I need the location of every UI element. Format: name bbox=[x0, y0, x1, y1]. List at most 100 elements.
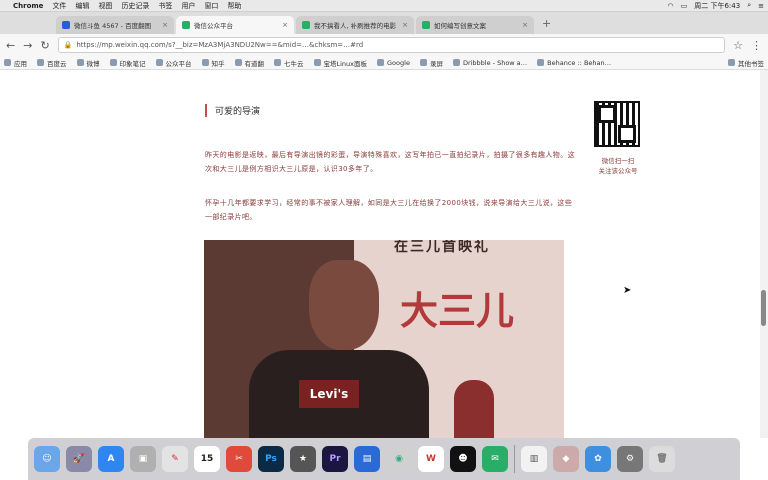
menu-bar: Chrome 文件 编辑 视图 历史记录 书签 用户 窗口 帮助 ◠ ▭ 周二 … bbox=[0, 0, 768, 12]
tab-label: 如何编写创意文案 bbox=[434, 22, 486, 30]
menu-edit[interactable]: 编辑 bbox=[75, 1, 89, 11]
behance-icon bbox=[537, 59, 545, 66]
bookmark-zhihu[interactable]: 知乎 bbox=[201, 58, 225, 68]
bookmark-label: 有道翻 bbox=[244, 59, 265, 68]
wechat-favicon-icon bbox=[422, 21, 430, 29]
photo-banner-text: 在三儿首映礼 bbox=[394, 240, 490, 255]
bookmark-label: 公众平台 bbox=[165, 59, 192, 68]
bookmark-icon bbox=[201, 59, 209, 66]
bookmark-label: 七牛云 bbox=[284, 59, 304, 68]
photo-title-text: 大三儿 bbox=[400, 289, 515, 333]
bookmark-label: 宝塔Linux面板 bbox=[323, 59, 368, 68]
article-paragraph: 怀孕十几年都要求学习，经常的事不被家人理解，如同是大三儿在给换了2000块钱，说… bbox=[205, 199, 573, 221]
bookmarks-bar: 应用 百度云 微博 印象笔记 公众平台 知乎 有道翻 七牛云 宝塔Linux面板… bbox=[0, 56, 768, 70]
star-icon[interactable]: ☆ bbox=[733, 39, 743, 52]
tab-weixin[interactable]: 微信公众平台 × bbox=[176, 16, 294, 34]
menu-history[interactable]: 历史记录 bbox=[121, 1, 149, 11]
qr-caption: 微信扫一扫 关注该公众号 bbox=[598, 157, 638, 175]
safari-icon[interactable]: ✎ bbox=[162, 446, 188, 472]
sketch-icon[interactable]: ◆ bbox=[553, 446, 579, 472]
close-tab-icon[interactable]: × bbox=[402, 21, 408, 29]
back-icon[interactable]: ← bbox=[6, 39, 15, 52]
preview-icon[interactable]: ▣ bbox=[130, 446, 156, 472]
close-tab-icon[interactable]: × bbox=[522, 21, 528, 29]
bookmark-icon bbox=[274, 59, 281, 66]
tab-bar: 微信斗鱼 4567 - 百度翻图 × 微信公众平台 × 我不搞看人, 补刷推荐的… bbox=[0, 12, 768, 34]
close-tab-icon[interactable]: × bbox=[162, 21, 168, 29]
menu-clock[interactable]: 周二 下午6:43 bbox=[694, 1, 740, 11]
bookmark-label: 录屏 bbox=[429, 59, 443, 68]
bookmark-mp[interactable]: 公众平台 bbox=[155, 58, 192, 68]
bookmark-record[interactable]: 录屏 bbox=[419, 58, 443, 68]
google-icon bbox=[377, 59, 385, 66]
launchpad-icon[interactable]: 🚀 bbox=[66, 446, 92, 472]
bookmark-label: Dribbble - Show a… bbox=[462, 58, 528, 67]
menu-file[interactable]: 文件 bbox=[52, 1, 66, 11]
more-menu-icon[interactable]: ⋮ bbox=[751, 39, 762, 52]
forward-icon[interactable]: → bbox=[23, 39, 32, 52]
trash-icon[interactable]: 🗑 bbox=[649, 446, 675, 472]
tab-copywriting[interactable]: 如何编写创意文案 × bbox=[416, 16, 534, 34]
menu-window[interactable]: 窗口 bbox=[204, 1, 218, 11]
bookmark-label: 应用 bbox=[14, 59, 27, 68]
page-scrollbar[interactable] bbox=[760, 70, 768, 438]
wifi-icon[interactable]: ◠ bbox=[668, 2, 674, 10]
bookmark-weibo[interactable]: 微博 bbox=[76, 58, 100, 68]
bookmark-other[interactable]: 其他书签 bbox=[728, 58, 764, 68]
menu-people[interactable]: 用户 bbox=[181, 1, 195, 11]
bookmark-evernote[interactable]: 印象笔记 bbox=[109, 58, 146, 68]
chrome-icon[interactable]: ◉ bbox=[386, 446, 412, 472]
menu-app-name[interactable]: Chrome bbox=[13, 2, 43, 10]
new-tab-button[interactable]: + bbox=[536, 17, 557, 30]
tab-label: 我不搞看人, 补刷推荐的电影 bbox=[314, 22, 397, 30]
menu-view[interactable]: 视图 bbox=[98, 1, 112, 11]
photo-person-head bbox=[309, 260, 379, 350]
folder-icon bbox=[728, 59, 735, 66]
finder-icon[interactable]: ☺ bbox=[34, 446, 60, 472]
bookmark-label: 百度云 bbox=[47, 59, 67, 68]
bookmark-youdao[interactable]: 有道翻 bbox=[234, 58, 265, 68]
lock-icon: 🔒 bbox=[63, 41, 73, 49]
bookmark-google[interactable]: Google bbox=[377, 59, 410, 67]
bookmark-behance[interactable]: Behance :: Behan… bbox=[537, 59, 611, 67]
qq-icon[interactable]: ☻ bbox=[450, 446, 476, 472]
share-icon[interactable]: ✿ bbox=[585, 446, 611, 472]
address-url[interactable]: https://mp.weixin.qq.com/s?__biz=MzA3MjA… bbox=[76, 41, 363, 49]
menu-bookmarks[interactable]: 书签 bbox=[158, 1, 172, 11]
tab-label: 微信公众平台 bbox=[194, 22, 233, 30]
scrollbar-thumb[interactable] bbox=[761, 290, 766, 326]
keynote-icon[interactable]: ▤ bbox=[354, 446, 380, 472]
photoshop-icon[interactable]: Ps bbox=[258, 446, 284, 472]
bookmark-apps[interactable]: 应用 bbox=[4, 58, 27, 68]
menu-help[interactable]: 帮助 bbox=[227, 1, 241, 11]
qr-code bbox=[594, 101, 640, 147]
premiere-icon[interactable]: Pr bbox=[322, 446, 348, 472]
bookmark-icon bbox=[234, 59, 242, 66]
calendar-icon[interactable]: 15 bbox=[194, 446, 220, 472]
bookmark-baiduyun[interactable]: 百度云 bbox=[37, 58, 67, 68]
app-store-icon[interactable]: A bbox=[98, 446, 124, 472]
apps-icon bbox=[4, 59, 11, 66]
imovie-icon[interactable]: ★ bbox=[290, 446, 316, 472]
pages-icon[interactable]: ▥ bbox=[521, 446, 547, 472]
close-tab-icon[interactable]: × bbox=[282, 21, 288, 29]
bookmark-qiniu[interactable]: 七牛云 bbox=[274, 58, 304, 68]
reload-icon[interactable]: ↻ bbox=[40, 39, 49, 52]
tab-label: 微信斗鱼 4567 - 百度翻图 bbox=[74, 22, 152, 30]
wechat-favicon-icon bbox=[302, 21, 310, 29]
tab-baidu[interactable]: 微信斗鱼 4567 - 百度翻图 × bbox=[56, 16, 174, 34]
wechat-icon[interactable]: ✉ bbox=[482, 446, 508, 472]
photo-shirt-logo: Levi's bbox=[299, 380, 359, 408]
bookmark-bt[interactable]: 宝塔Linux面板 bbox=[313, 58, 368, 68]
mouse-cursor-icon: ➤ bbox=[623, 285, 632, 296]
wechat-favicon-icon bbox=[182, 21, 190, 29]
wps-icon[interactable]: W bbox=[418, 446, 444, 472]
clipper-icon[interactable]: ✂ bbox=[226, 446, 252, 472]
address-bar[interactable]: 🔒 https://mp.weixin.qq.com/s?__biz=MzA3M… bbox=[57, 37, 726, 53]
bookmark-dribbble[interactable]: Dribbble - Show a… bbox=[452, 58, 528, 67]
tab-movie[interactable]: 我不搞看人, 补刷推荐的电影 × bbox=[296, 16, 414, 34]
battery-icon[interactable]: ▭ bbox=[681, 2, 688, 10]
menu-list-icon[interactable]: ≡ bbox=[758, 2, 764, 10]
settings-icon[interactable]: ⚙ bbox=[617, 446, 643, 472]
search-icon[interactable]: ⌕ bbox=[747, 1, 751, 10]
